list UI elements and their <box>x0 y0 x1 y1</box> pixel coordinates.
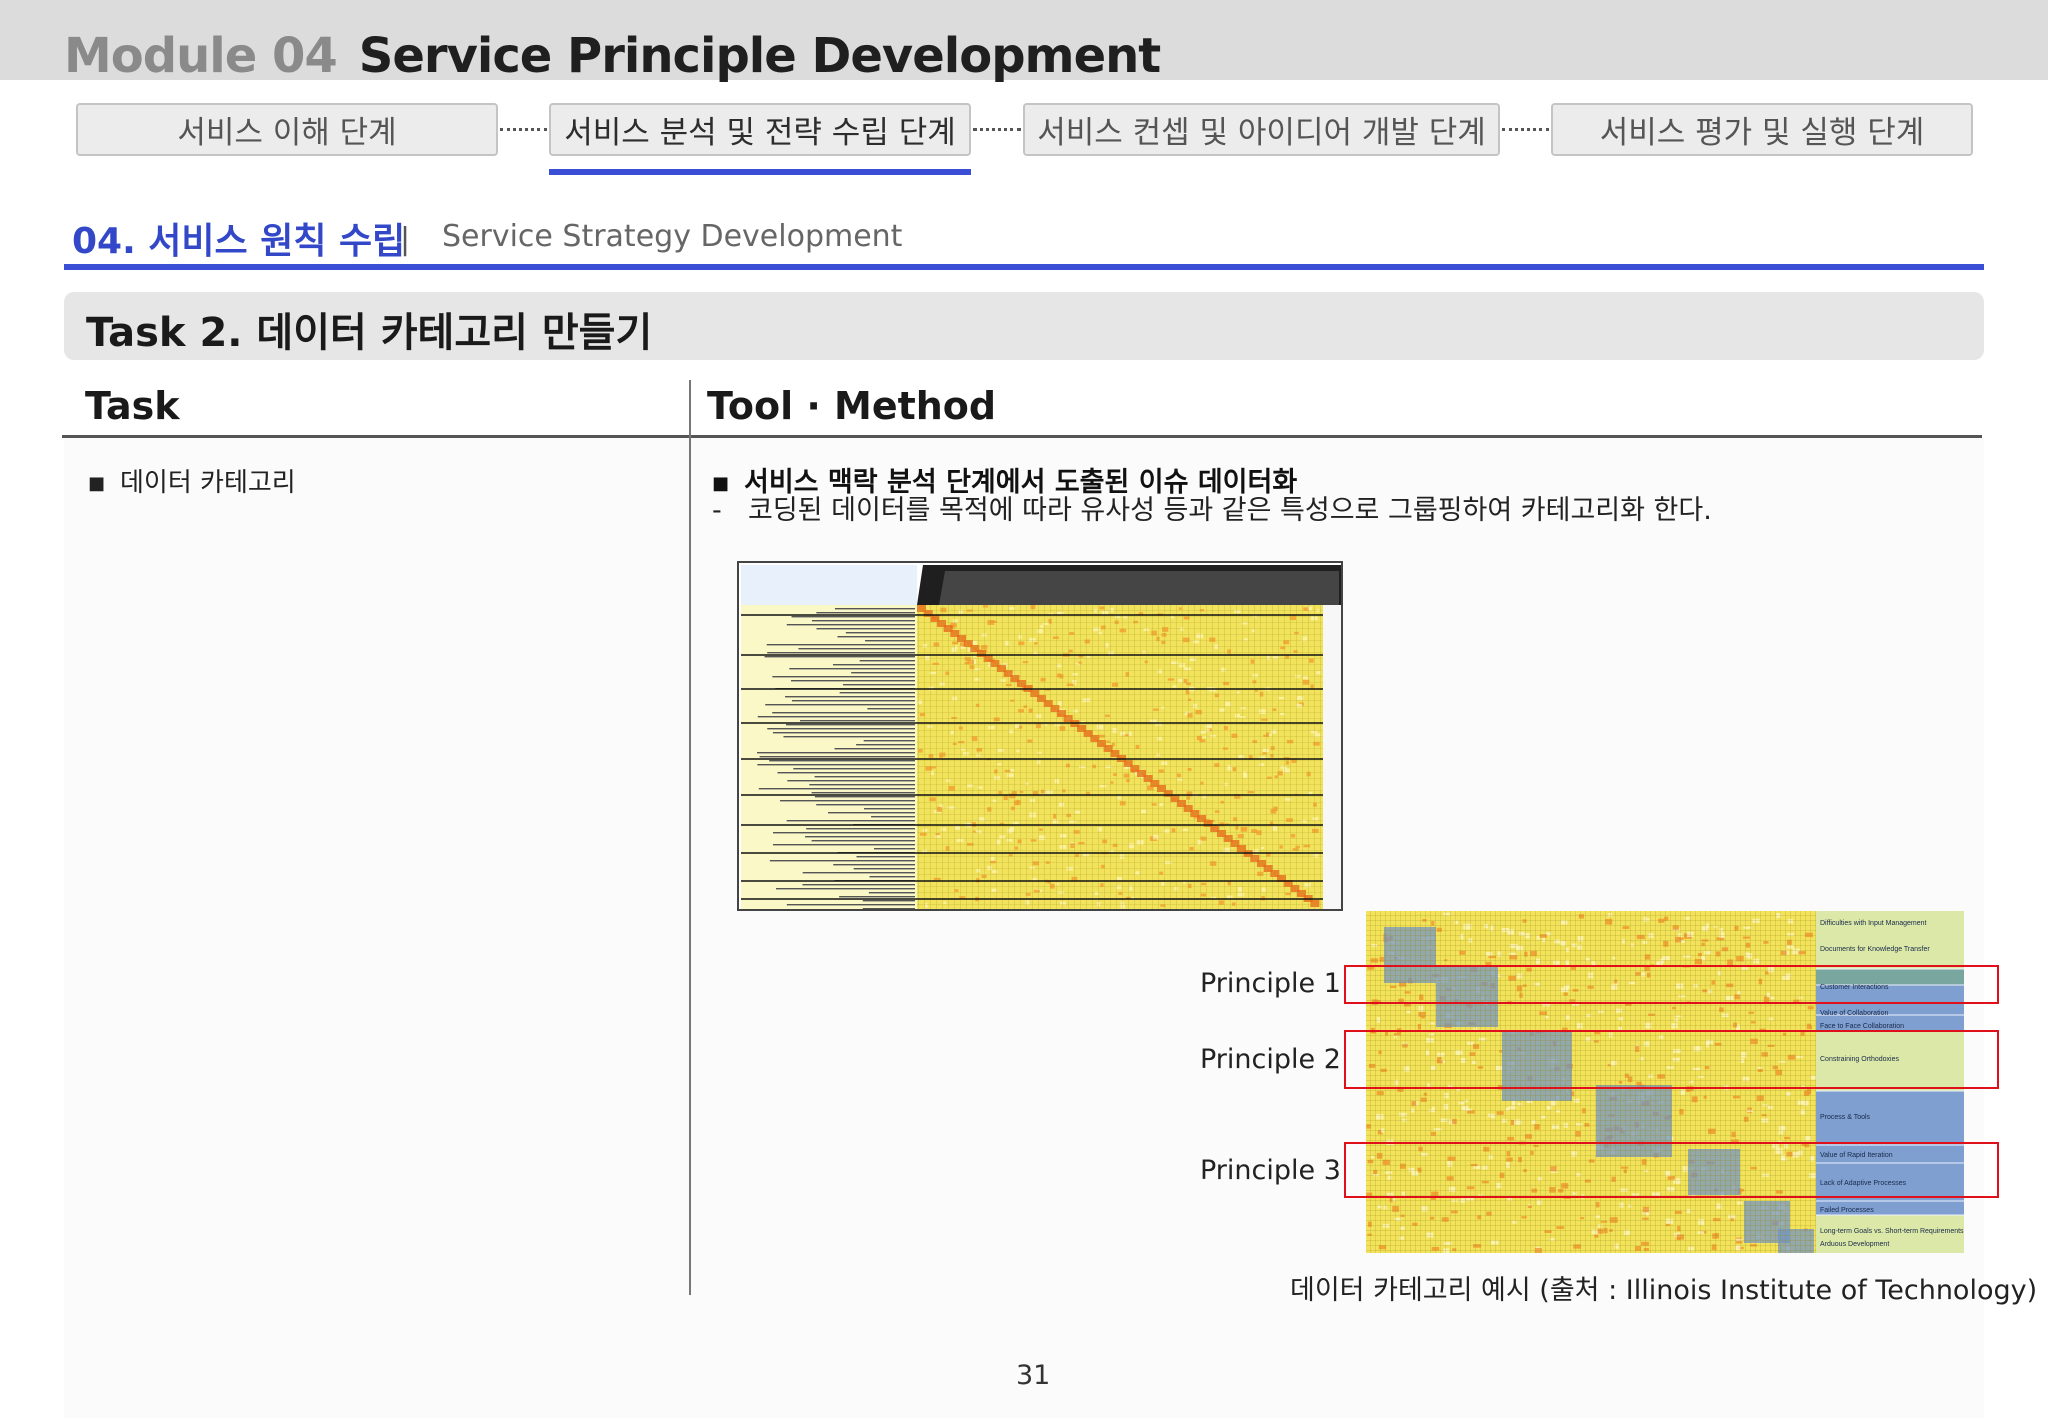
page-number: 31 <box>1016 1360 1051 1391</box>
principle-2-label: Principle 2 <box>1200 1044 1341 1075</box>
principle-1-label: Principle 1 <box>1200 968 1341 999</box>
principle-3-label: Principle 3 <box>1200 1155 1341 1186</box>
principle-1-highlight-box <box>1344 965 1999 1004</box>
principle-highlight-layer <box>1344 965 1999 1198</box>
figure-caption: 데이터 카테고리 예시 (출처 : Illinois Institute of … <box>1290 1275 2038 1306</box>
principle-2-highlight-box <box>1344 1030 1999 1089</box>
principle-3-highlight-box <box>1344 1142 1999 1198</box>
